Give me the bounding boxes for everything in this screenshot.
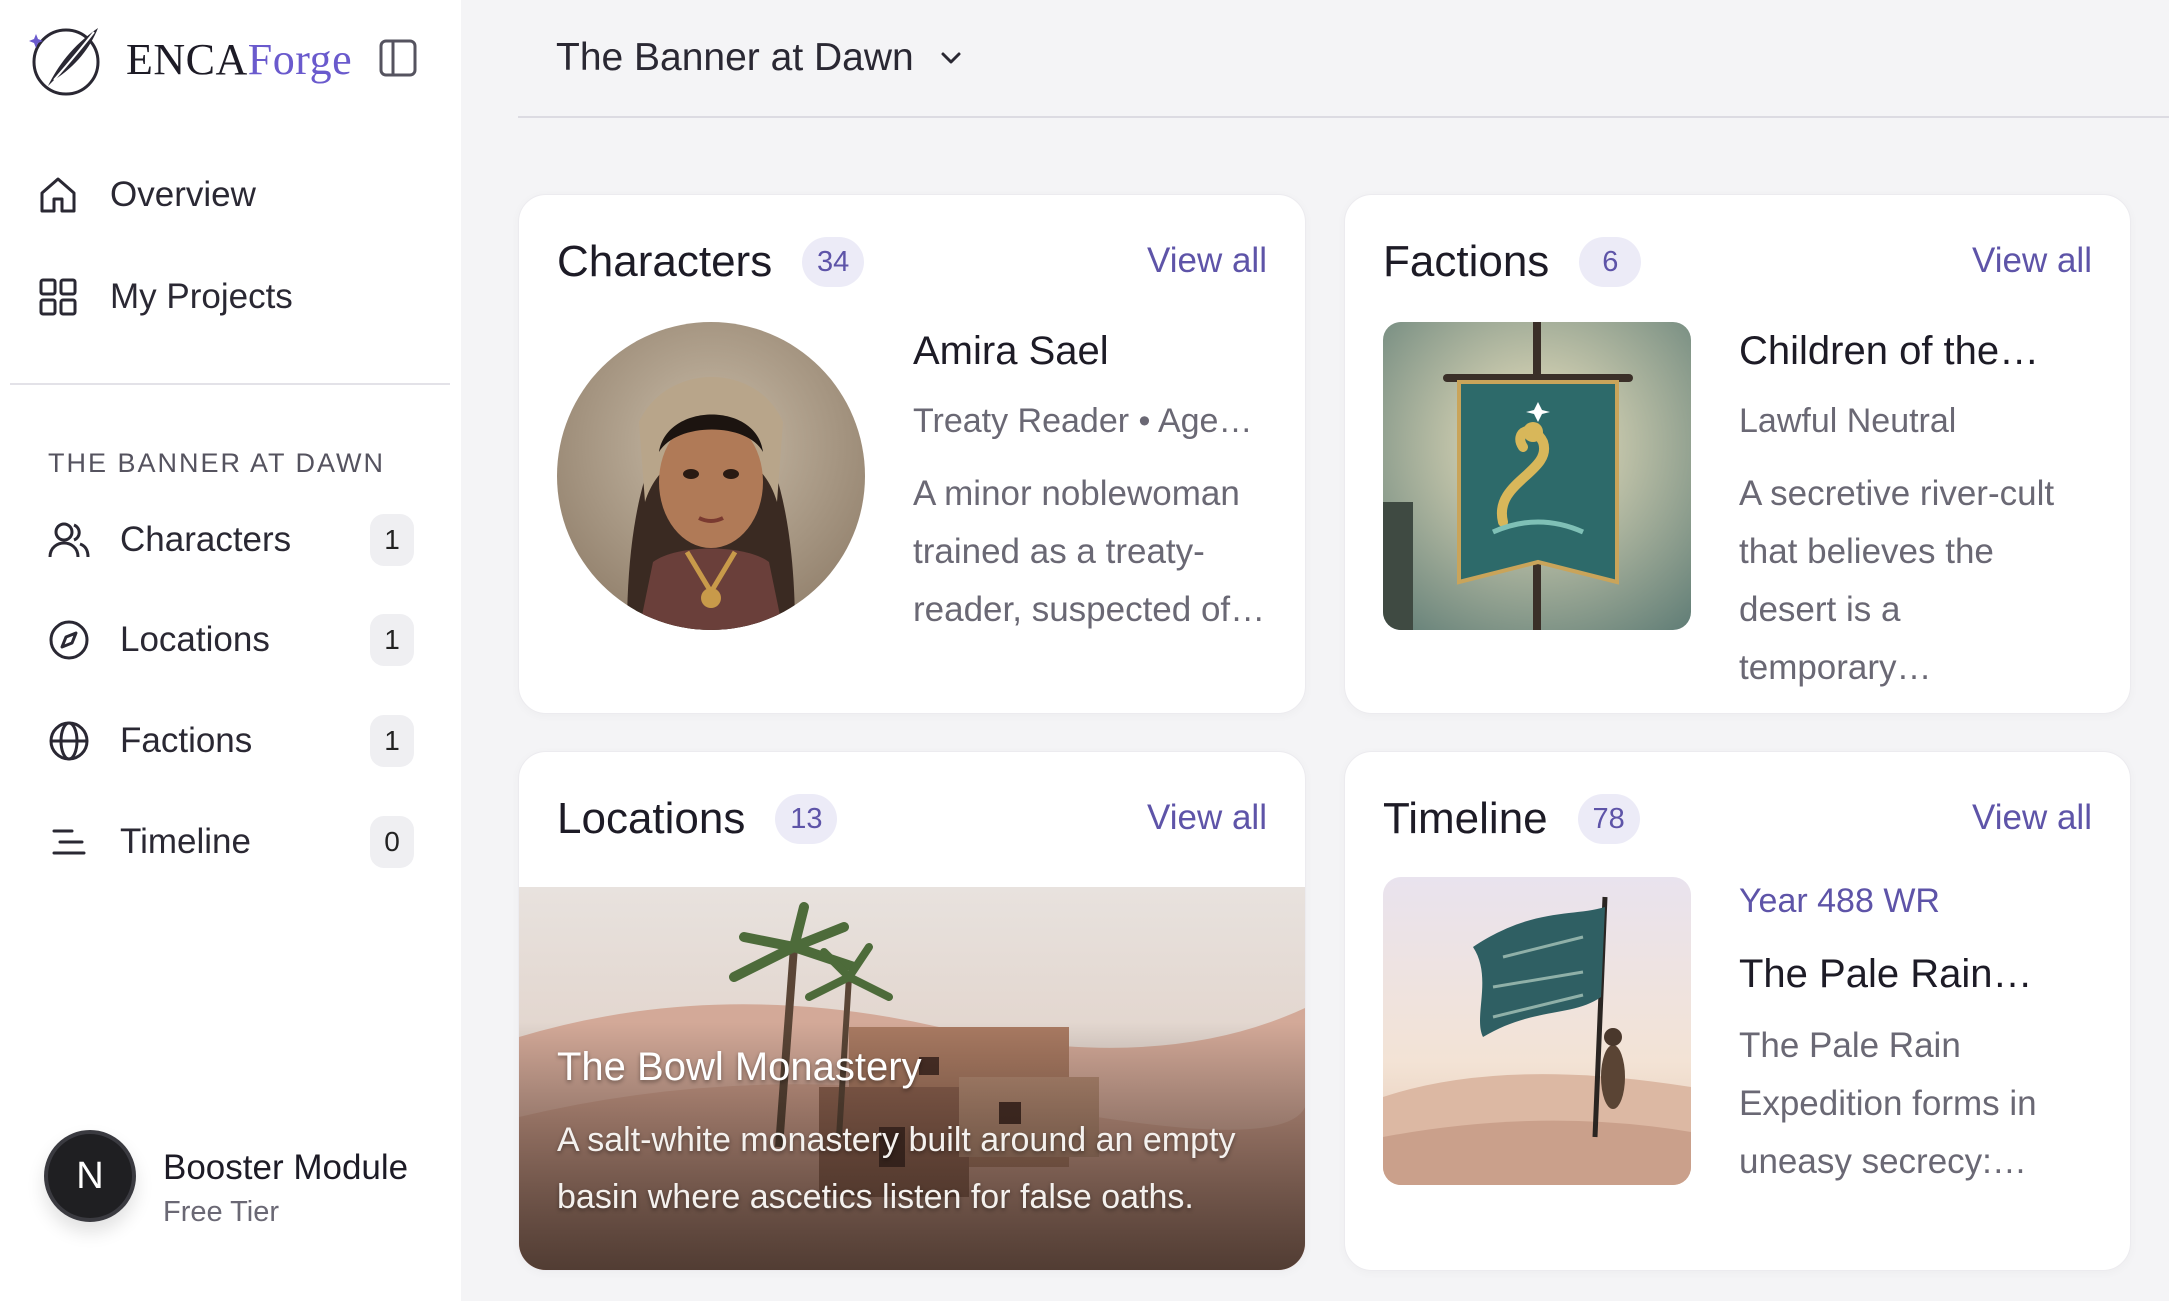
sidebar-item-factions[interactable]: Factions 1 <box>46 710 416 772</box>
quill-logo-icon <box>29 28 100 96</box>
faction-name[interactable]: Children of the… <box>1739 329 2039 374</box>
count-badge: 78 <box>1577 794 1640 844</box>
location-name[interactable]: The Bowl Monastery <box>557 1045 922 1090</box>
sidebar-item-count: 1 <box>370 614 414 666</box>
locations-card: Locations 13 View all The Bowl Monastery… <box>518 751 1306 1271</box>
home-icon <box>40 177 76 213</box>
nav-item-my-projects[interactable]: My Projects <box>36 267 293 327</box>
grid-icon <box>39 278 77 316</box>
timeline-event-title[interactable]: The Pale Rain… <box>1739 952 2032 997</box>
nav-item-label: My Projects <box>110 277 293 316</box>
faction-description: A secretive river-cult that believes the… <box>1739 474 2055 687</box>
user-profile[interactable]: N Booster Module Free Tier <box>30 1110 430 1270</box>
list-icon <box>52 829 86 855</box>
card-title: Characters 34 <box>557 237 865 287</box>
sidebar-item-label: Timeline <box>120 822 251 861</box>
project-section-label: THE BANNER AT DAWN <box>48 448 386 478</box>
character-subtitle: Treaty Reader • Age… <box>913 402 1253 440</box>
count-badge: 13 <box>775 794 838 844</box>
card-title: Factions 6 <box>1383 237 1642 287</box>
user-tier: Free Tier <box>163 1196 280 1228</box>
card-title: Locations 13 <box>557 794 838 844</box>
compass-icon <box>49 620 89 660</box>
character-description: A minor noblewoman trained as a treaty-r… <box>913 474 1266 629</box>
sidebar-item-timeline[interactable]: Timeline 0 <box>46 811 416 873</box>
users-icon <box>48 522 90 558</box>
character-portrait[interactable] <box>557 322 865 630</box>
view-all-link[interactable]: View all <box>1972 241 2092 281</box>
project-selector[interactable]: The Banner at Dawn <box>556 36 966 80</box>
timeline-card: Timeline 78 View all Year 488 WR The Pal… <box>1344 751 2131 1271</box>
user-name: Booster Module <box>163 1148 409 1187</box>
card-title: Timeline 78 <box>1383 794 1640 844</box>
faction-banner-image[interactable] <box>1383 322 1691 630</box>
view-all-link[interactable]: View all <box>1972 798 2092 838</box>
sidebar: ENCAForge Overview My Projects THE BANNE… <box>0 0 461 1301</box>
brand-name: ENCAForge <box>126 34 353 84</box>
avatar: N <box>44 1130 136 1222</box>
character-name[interactable]: Amira Sael <box>913 329 1109 374</box>
sidebar-toggle-icon[interactable] <box>378 38 418 78</box>
characters-card: Characters 34 View all Amira Sael Treaty… <box>518 194 1306 714</box>
sidebar-item-label: Factions <box>120 721 253 760</box>
sidebar-item-count: 1 <box>370 715 414 767</box>
factions-card: Factions 6 View all Children of the… Law… <box>1344 194 2131 714</box>
sidebar-item-characters[interactable]: Characters 1 <box>46 509 416 571</box>
timeline-event-year: Year 488 WR <box>1739 882 1940 920</box>
sidebar-divider <box>10 383 450 385</box>
view-all-link[interactable]: View all <box>1147 798 1267 838</box>
count-badge: 34 <box>802 237 865 287</box>
sidebar-item-locations[interactable]: Locations 1 <box>46 609 416 671</box>
top-header: The Banner at Dawn <box>518 0 2169 118</box>
nav-item-label: Overview <box>110 175 256 214</box>
sidebar-item-count: 0 <box>370 816 414 868</box>
location-description: A salt-white monastery built around an e… <box>557 1121 1236 1216</box>
timeline-event-description: The Pale Rain Expedition forms in uneasy… <box>1739 1026 2037 1181</box>
globe-icon <box>49 721 89 761</box>
sidebar-item-label: Characters <box>120 520 292 559</box>
sidebar-item-label: Locations <box>120 620 270 659</box>
view-all-link[interactable]: View all <box>1147 241 1267 281</box>
count-badge: 6 <box>1579 237 1642 287</box>
project-title: The Banner at Dawn <box>556 36 914 79</box>
faction-alignment: Lawful Neutral <box>1739 402 1957 440</box>
sidebar-item-count: 1 <box>370 514 414 566</box>
chevron-down-icon <box>941 52 961 64</box>
brand-logo[interactable]: ENCAForge <box>28 18 428 100</box>
nav-item-overview[interactable]: Overview <box>36 165 256 225</box>
timeline-event-image[interactable] <box>1383 877 1691 1185</box>
